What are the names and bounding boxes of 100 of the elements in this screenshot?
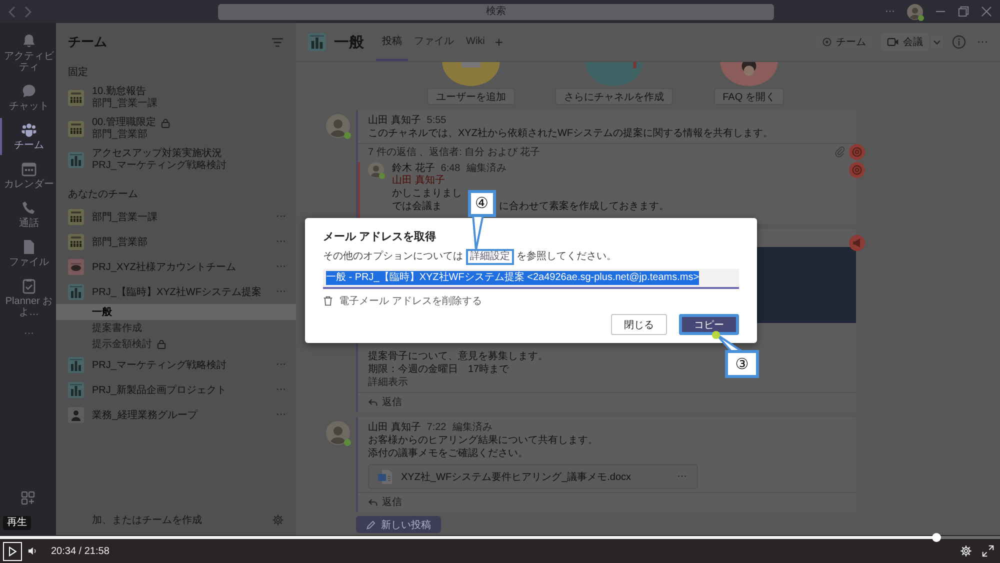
more-options-button[interactable]: ··· bbox=[274, 359, 288, 370]
file-name-link[interactable]: XYZ社_WFシステム要件ヒアリング_議事メモ.docx bbox=[401, 470, 667, 484]
reply-summary: 7 件の返信 、返信者: 自分 および 花子 bbox=[368, 147, 540, 158]
channel-title: 一般 bbox=[334, 32, 364, 52]
reply-arrow-icon bbox=[368, 397, 378, 407]
fullscreen-icon[interactable] bbox=[982, 545, 994, 557]
add-tab-button[interactable]: + bbox=[490, 34, 508, 50]
message-text: 提案骨子について、意見を募集します。 bbox=[368, 350, 548, 363]
more-button[interactable]: ··· bbox=[975, 36, 990, 48]
tab[interactable]: ファイル bbox=[408, 23, 460, 61]
app-bar-button[interactable]: アクティビティ bbox=[0, 29, 56, 77]
team-item[interactable]: 部門_営業一課 bbox=[68, 208, 274, 224]
close-icon[interactable] bbox=[981, 6, 992, 17]
search-field[interactable]: 検索 bbox=[218, 4, 774, 20]
reply-button[interactable]: 返信 bbox=[368, 495, 402, 509]
team-item[interactable]: PRJ_マーケティング戦略検討 bbox=[68, 356, 274, 372]
message-text: このチャネルでは、XYZ社から依頼されたWFシステムの提案に関する情報を共有します。 bbox=[368, 127, 773, 140]
playback-time: 20:34 / 21:58 bbox=[51, 546, 110, 556]
team-item[interactable]: PRJ_XYZ社様アカウントチーム bbox=[68, 258, 274, 274]
reply-button[interactable]: 返信 bbox=[368, 395, 402, 409]
apps-icon[interactable] bbox=[21, 491, 35, 505]
team-item[interactable]: 業務_経理業務グループ bbox=[68, 406, 274, 422]
remove-address-link[interactable]: 電子メール アドレスを削除する bbox=[323, 294, 482, 308]
more-options-button[interactable]: ··· bbox=[274, 236, 288, 247]
more-options-button[interactable]: ··· bbox=[274, 409, 288, 420]
restore-icon[interactable] bbox=[958, 6, 969, 17]
message-text: お客様からのヒアリング結果について共有します。 bbox=[368, 434, 598, 447]
bell-icon bbox=[21, 33, 37, 49]
info-icon[interactable] bbox=[952, 35, 966, 49]
team-avatar-icon bbox=[68, 152, 84, 168]
app-bar-button[interactable]: ファイル bbox=[0, 235, 56, 272]
phone-icon bbox=[21, 200, 37, 216]
more-button[interactable]: ··· bbox=[885, 6, 895, 17]
join-team-link[interactable]: 加、またはチームを作成 bbox=[92, 513, 202, 527]
team-item[interactable]: PRJ_新製品企画プロジェクト bbox=[68, 382, 274, 398]
volume-icon[interactable] bbox=[28, 546, 37, 556]
show-more-link[interactable]: 詳細表示 bbox=[368, 376, 408, 389]
advanced-settings-link[interactable]: 詳細設定 bbox=[466, 249, 514, 265]
meet-button[interactable]: 会議 bbox=[881, 33, 929, 51]
team-avatar-icon bbox=[68, 284, 84, 300]
author-name: 鈴木 花子 bbox=[392, 162, 435, 174]
new-post-button[interactable]: 新しい投稿 bbox=[356, 516, 441, 533]
pencil-icon bbox=[366, 520, 376, 530]
avatar-icon bbox=[326, 114, 350, 138]
people-icon bbox=[21, 122, 37, 138]
more-options-button[interactable]: ··· bbox=[274, 384, 288, 395]
reply-arrow-icon bbox=[368, 497, 378, 507]
team-avatar-icon bbox=[68, 120, 84, 136]
tab[interactable]: 投稿 bbox=[376, 23, 408, 61]
hint-text: その他のオプションについては 詳細設定 を参照してください。 bbox=[323, 249, 617, 265]
filter-icon[interactable] bbox=[271, 36, 284, 48]
more-options-button[interactable]: ··· bbox=[274, 211, 288, 222]
calendar-icon bbox=[21, 161, 37, 177]
play-button[interactable] bbox=[3, 542, 22, 560]
more-options-button[interactable]: ··· bbox=[274, 261, 288, 272]
email-address-field[interactable]: 一般 - PRJ_【臨時】XYZ社WFシステム提案 <2a4926ae.sg-plus.net@jp.teams.ms> bbox=[323, 269, 739, 289]
avatar-icon bbox=[326, 421, 350, 445]
message-text: では会議ま bbox=[392, 200, 442, 213]
more-apps-button[interactable]: ··· bbox=[0, 324, 56, 343]
message-time: 7:22 bbox=[426, 421, 446, 434]
pinned-channel-item[interactable]: 10.勤怠報告 部門_営業一課 bbox=[56, 82, 296, 113]
app-bar-button[interactable]: カレンダー bbox=[0, 157, 56, 194]
pinned-channel-item[interactable]: アクセスアップ対策実施状況 PRJ_マーケティング戦略検討 bbox=[56, 144, 296, 175]
avatar-icon bbox=[368, 162, 384, 178]
document-icon bbox=[377, 468, 393, 484]
welcome-action-button[interactable]: さらにチャネルを作成 bbox=[555, 88, 673, 105]
channel-item[interactable]: 一般 bbox=[56, 304, 296, 320]
welcome-action-button[interactable]: ユーザーを追加 bbox=[427, 88, 515, 105]
scrubber-handle[interactable] bbox=[932, 533, 941, 542]
chevron-left-icon[interactable] bbox=[8, 6, 16, 18]
team-item[interactable]: PRJ_【臨時】XYZ社WFシステム提案 bbox=[68, 284, 274, 300]
more-options-button[interactable]: ··· bbox=[675, 471, 689, 482]
team-item[interactable]: 部門_営業部 bbox=[68, 234, 274, 250]
team-avatar-icon bbox=[68, 258, 84, 274]
pinned-channel-item[interactable]: 00.管理職限定 部門_営業部 bbox=[56, 113, 296, 144]
welcome-action-button[interactable]: FAQ を開く bbox=[714, 88, 784, 105]
message-time: 5:55 bbox=[426, 114, 446, 127]
app-bar-button[interactable]: Planner およ… bbox=[0, 274, 56, 322]
play-icon bbox=[8, 546, 17, 556]
more-options-button[interactable]: ··· bbox=[274, 286, 288, 297]
avatar-icon bbox=[907, 4, 923, 20]
copy-button[interactable]: コピー bbox=[679, 314, 739, 335]
team-avatar-icon bbox=[68, 406, 84, 422]
dialog-title: メール アドレスを取得 bbox=[323, 230, 436, 245]
tab[interactable]: Wiki bbox=[460, 23, 491, 61]
panel-title: チーム bbox=[68, 33, 107, 51]
message-text: かしこまりまし bbox=[392, 187, 462, 200]
team-avatar-icon bbox=[68, 208, 84, 224]
message-text: 添付の議事メモをご確認ください。 bbox=[368, 447, 528, 460]
mention-text: 山田 真知子 bbox=[392, 175, 445, 187]
message-text: 期限：今週の金曜日 17時まで bbox=[368, 363, 510, 376]
ring-icon bbox=[822, 37, 832, 47]
app-bar-button[interactable]: チャット bbox=[0, 79, 56, 116]
tooltip: 再生 bbox=[3, 516, 31, 530]
close-button[interactable]: 閉じる bbox=[611, 314, 667, 335]
chevron-right-icon[interactable] bbox=[24, 6, 32, 18]
step-number-callout: ③ bbox=[725, 350, 759, 378]
document-icon bbox=[21, 239, 37, 255]
app-bar-button[interactable]: 通話 bbox=[0, 196, 56, 233]
team-avatar-icon bbox=[308, 33, 326, 51]
